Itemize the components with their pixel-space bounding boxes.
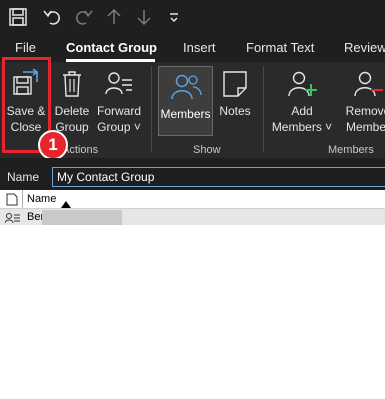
group-label-members: Members	[328, 144, 374, 156]
trash-icon	[60, 70, 84, 102]
forward-group-label-2: Group ˅	[97, 120, 141, 134]
ribbon-separator	[151, 66, 152, 152]
add-members-button[interactable]: Add Members ˅	[270, 62, 334, 140]
redo-icon[interactable]	[74, 7, 94, 27]
contact-card-icon	[4, 211, 21, 229]
members-icon	[170, 73, 202, 106]
table-row[interactable]: Ber	[0, 209, 385, 225]
tab-format-text[interactable]: Format Text	[246, 40, 314, 55]
tab-insert[interactable]: Insert	[183, 40, 216, 55]
delete-group-label-1: Delete	[54, 104, 90, 118]
list-header: Name	[0, 190, 385, 209]
forward-group-button[interactable]: Forward Group ˅	[94, 62, 144, 140]
undo-icon[interactable]	[42, 7, 62, 27]
callout-badge: 1	[38, 130, 68, 160]
add-members-label-1: Add	[291, 104, 313, 118]
tab-contact-group[interactable]: Contact Group	[66, 40, 157, 55]
remove-member-icon	[353, 70, 383, 102]
delete-group-button[interactable]: Delete Group	[52, 62, 92, 140]
add-members-label-2: Members ˅	[271, 120, 333, 134]
forward-group-label-1: Forward	[96, 104, 141, 118]
notes-button[interactable]: Notes	[216, 62, 254, 140]
remove-member-label-2: Member	[345, 120, 385, 134]
quick-access-toolbar	[0, 0, 385, 34]
name-label: Name	[7, 170, 40, 184]
notes-label: Notes	[219, 104, 251, 118]
remove-member-label-1: Remove	[345, 104, 385, 118]
add-member-icon	[287, 70, 317, 102]
remove-member-button[interactable]: Remove Member	[338, 62, 385, 140]
members-button[interactable]: Members	[158, 66, 213, 136]
members-label: Members	[160, 107, 211, 121]
ribbon-separator	[263, 66, 264, 152]
redacted-area	[42, 210, 122, 225]
tab-file[interactable]: File	[15, 40, 36, 55]
notes-icon	[222, 70, 248, 102]
tab-review[interactable]: Review	[344, 40, 385, 55]
member-list: Name Ber	[0, 190, 385, 399]
group-label-show: Show	[193, 144, 221, 156]
down-arrow-icon[interactable]	[134, 7, 154, 27]
forward-contacts-icon	[104, 70, 134, 102]
save-icon[interactable]	[8, 7, 28, 27]
up-arrow-icon[interactable]	[104, 7, 124, 27]
group-name-input[interactable]	[52, 167, 385, 187]
ribbon-tabs: File Contact Group Insert Format Text Re…	[0, 34, 385, 62]
column-header-name[interactable]: Name	[27, 193, 56, 205]
customize-qat-icon[interactable]	[164, 7, 184, 27]
column-divider	[22, 190, 23, 208]
